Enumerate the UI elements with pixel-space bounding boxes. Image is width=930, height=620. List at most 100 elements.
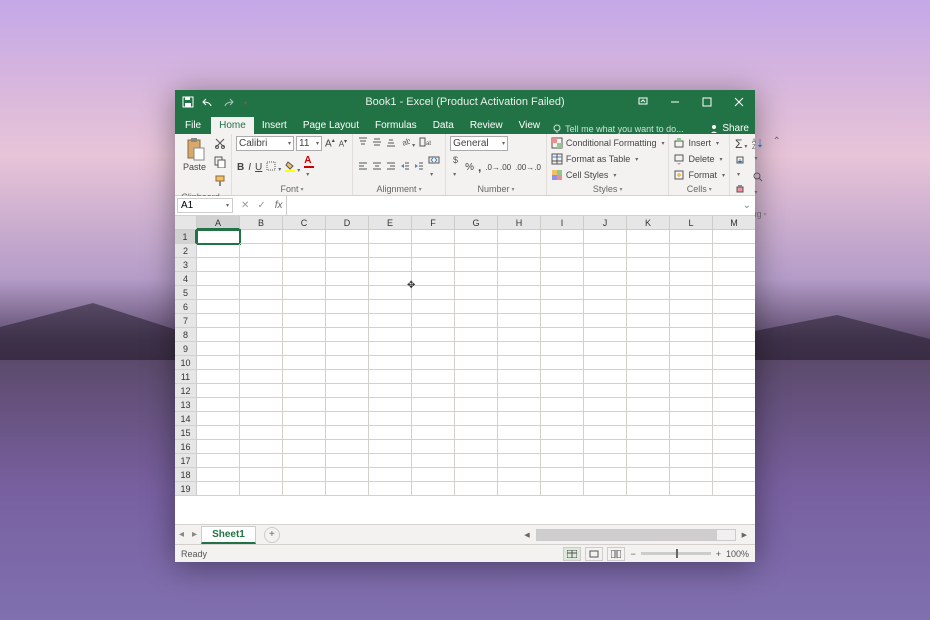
cell[interactable] <box>670 300 713 314</box>
tab-home[interactable]: Home <box>211 117 254 134</box>
ribbon-options-icon[interactable] <box>627 90 659 114</box>
cell[interactable] <box>670 440 713 454</box>
enter-formula-icon[interactable]: ✓ <box>255 200 267 211</box>
italic-button[interactable]: I <box>247 161 252 174</box>
cell[interactable] <box>455 412 498 426</box>
align-right-icon[interactable] <box>385 160 397 175</box>
cell[interactable] <box>455 286 498 300</box>
cell[interactable] <box>455 468 498 482</box>
cell[interactable] <box>541 244 584 258</box>
cell[interactable] <box>627 314 670 328</box>
cell[interactable] <box>283 412 326 426</box>
cell[interactable] <box>240 356 283 370</box>
cell[interactable] <box>713 244 755 258</box>
cell[interactable] <box>627 258 670 272</box>
cell[interactable] <box>541 468 584 482</box>
cell[interactable] <box>240 454 283 468</box>
orientation-icon[interactable]: ab <box>399 136 416 151</box>
cell[interactable] <box>283 356 326 370</box>
share-button[interactable]: Share <box>709 123 749 134</box>
cell[interactable] <box>584 258 627 272</box>
row-header[interactable]: 13 <box>175 398 197 412</box>
cell[interactable] <box>498 258 541 272</box>
scroll-right-icon[interactable]: ▶ <box>738 531 751 539</box>
paste-button[interactable]: Paste <box>179 136 210 174</box>
sort-filter-icon[interactable]: AZ <box>751 136 766 164</box>
cell[interactable] <box>240 370 283 384</box>
cell[interactable] <box>541 440 584 454</box>
increase-indent-icon[interactable] <box>413 160 425 175</box>
cell[interactable] <box>283 272 326 286</box>
cell[interactable] <box>498 286 541 300</box>
cell[interactable] <box>283 314 326 328</box>
cell[interactable] <box>541 286 584 300</box>
tab-page-layout[interactable]: Page Layout <box>295 117 367 134</box>
minimize-icon[interactable] <box>659 90 691 114</box>
cell[interactable] <box>369 342 412 356</box>
cell[interactable] <box>412 356 455 370</box>
cell[interactable] <box>412 342 455 356</box>
format-as-table-button[interactable]: Format as Table <box>551 152 638 166</box>
cell[interactable] <box>498 272 541 286</box>
cell[interactable] <box>240 286 283 300</box>
cell[interactable] <box>713 328 755 342</box>
cell[interactable] <box>627 454 670 468</box>
cell[interactable] <box>713 454 755 468</box>
cell[interactable] <box>584 342 627 356</box>
cell[interactable] <box>627 426 670 440</box>
cell[interactable] <box>412 328 455 342</box>
cell[interactable] <box>197 384 240 398</box>
cell[interactable] <box>627 230 670 244</box>
row-header[interactable]: 1 <box>175 230 197 244</box>
column-header[interactable]: E <box>369 216 412 230</box>
cell[interactable] <box>584 230 627 244</box>
cancel-formula-icon[interactable]: ✕ <box>239 200 251 211</box>
sheet-nav-prev-icon[interactable]: ◂ <box>175 529 188 540</box>
cell[interactable] <box>326 440 369 454</box>
zoom-out-icon[interactable]: − <box>629 548 636 560</box>
cell[interactable] <box>455 230 498 244</box>
cell[interactable] <box>369 244 412 258</box>
cell[interactable] <box>498 244 541 258</box>
cell[interactable] <box>412 370 455 384</box>
cell[interactable] <box>713 384 755 398</box>
row-header[interactable]: 4 <box>175 272 197 286</box>
autosum-icon[interactable]: Σ <box>734 136 748 152</box>
cell[interactable] <box>326 286 369 300</box>
cell[interactable] <box>455 342 498 356</box>
align-bottom-icon[interactable] <box>385 136 397 151</box>
tab-data[interactable]: Data <box>425 117 462 134</box>
cell[interactable] <box>498 426 541 440</box>
cell[interactable] <box>326 342 369 356</box>
cell[interactable] <box>670 230 713 244</box>
cell[interactable] <box>455 272 498 286</box>
delete-cells-button[interactable]: Delete <box>673 152 722 166</box>
cell[interactable] <box>713 468 755 482</box>
cell[interactable] <box>326 272 369 286</box>
cell[interactable] <box>283 468 326 482</box>
cell[interactable] <box>670 454 713 468</box>
cell[interactable] <box>498 230 541 244</box>
align-top-icon[interactable] <box>357 136 369 151</box>
cell[interactable] <box>713 300 755 314</box>
cell[interactable] <box>455 384 498 398</box>
cell[interactable] <box>412 286 455 300</box>
cell[interactable] <box>326 328 369 342</box>
cell[interactable] <box>498 314 541 328</box>
cell[interactable] <box>584 468 627 482</box>
cell[interactable] <box>455 356 498 370</box>
cell[interactable] <box>498 384 541 398</box>
cell[interactable] <box>627 356 670 370</box>
cell[interactable] <box>670 356 713 370</box>
cell[interactable] <box>240 426 283 440</box>
cell[interactable] <box>369 314 412 328</box>
cell[interactable] <box>627 398 670 412</box>
cell[interactable] <box>670 468 713 482</box>
zoom-in-icon[interactable]: + <box>715 548 722 560</box>
name-box[interactable]: A1 <box>177 198 233 213</box>
cell[interactable] <box>326 426 369 440</box>
cell[interactable] <box>713 230 755 244</box>
cell[interactable] <box>670 384 713 398</box>
cell[interactable] <box>197 272 240 286</box>
cell[interactable] <box>283 454 326 468</box>
